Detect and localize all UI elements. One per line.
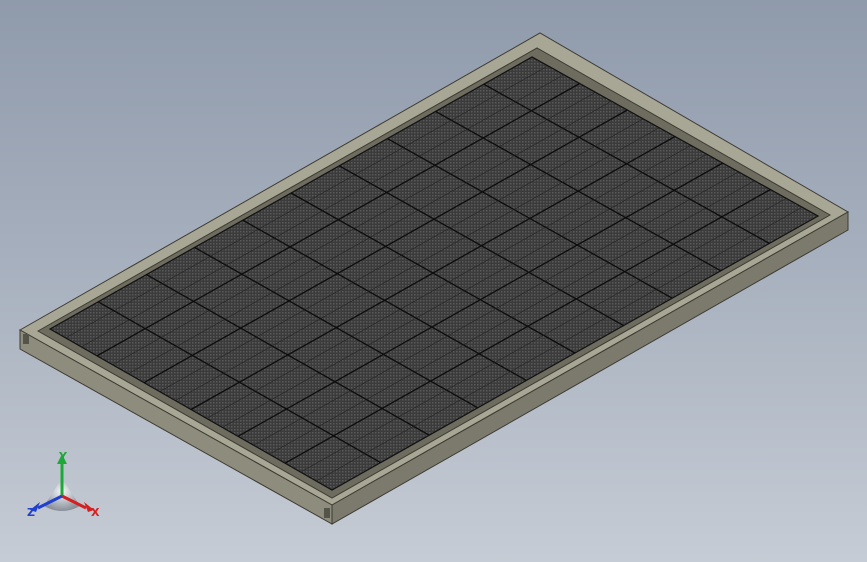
- solar-panel-model[interactable]: [0, 0, 867, 562]
- x-axis-label: X: [91, 506, 100, 519]
- frame-slot-front: [324, 508, 330, 518]
- axis-triad[interactable]: Y X Z: [22, 448, 112, 528]
- 3d-viewport[interactable]: Y X Z: [0, 0, 867, 562]
- y-axis-label: Y: [58, 450, 68, 463]
- frame-slot-left: [23, 334, 29, 344]
- z-axis-label: Z: [27, 506, 35, 519]
